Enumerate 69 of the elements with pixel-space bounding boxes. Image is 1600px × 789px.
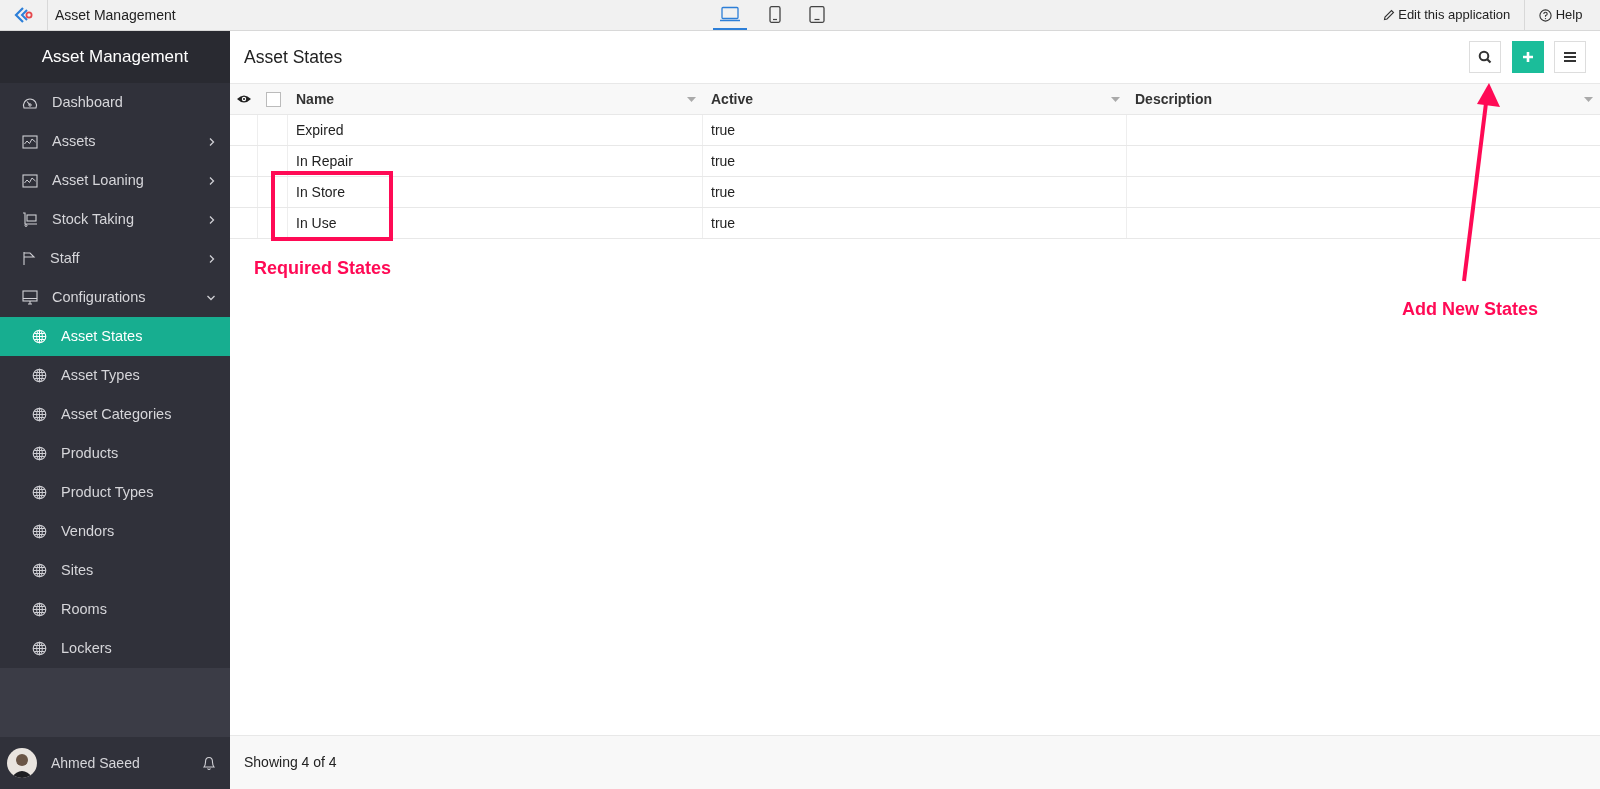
bell-icon[interactable] [202,755,216,771]
sidebar-item[interactable]: Dashboard [0,83,230,122]
annotation-label: Add New States [1402,298,1539,321]
chart-icon [22,173,38,188]
table-cell-text: true [711,120,736,140]
record-count: Showing 4 of 4 [244,753,337,772]
column-header[interactable]: Name [296,88,687,110]
help-icon [1539,8,1553,22]
chevron-right-icon [208,214,216,225]
globe-icon [32,641,47,656]
annotation-label: Required States [254,257,392,280]
phone-icon [769,5,782,23]
table-cell-text: In Use [296,213,337,233]
globe-icon [32,446,47,461]
app-logo [13,6,34,24]
search-button[interactable] [1469,41,1501,73]
chevron-right-icon [208,175,216,186]
chevron-right-icon [208,136,216,147]
edit-link[interactable]: Edit this application [1368,5,1525,25]
sidebar-item[interactable]: Sites [0,551,230,590]
eye-icon[interactable] [236,94,252,104]
globe-icon [32,485,47,500]
search-icon [1478,50,1492,64]
column-header[interactable]: Active [711,88,1111,110]
flag-icon [22,251,36,266]
globe-icon [32,602,47,617]
monitor-icon [22,290,38,305]
table-cell-text: true [711,213,736,233]
table-cell-text: In Repair [296,151,353,171]
sidebar-item[interactable]: Vendors [0,512,230,551]
table-cell-text: In Store [296,182,346,202]
menu-icon [1563,51,1577,63]
tablet-icon [809,5,826,23]
chart-icon [22,134,38,149]
globe-icon [32,524,47,539]
table-cell-text: true [711,182,736,202]
globe-icon [32,407,47,422]
table-cell-text: true [711,151,736,171]
gauge-icon [22,95,38,110]
laptop-icon [719,6,742,22]
page-title: Asset States [244,46,344,68]
chevron-down-icon [206,293,216,302]
select-all-checkbox[interactable] [265,91,281,107]
sidebar-title: Asset Management [41,46,189,69]
sidebar-item[interactable]: Asset Types [0,356,230,395]
pencil-icon [1382,9,1395,21]
globe-icon [32,563,47,578]
sidebar-item[interactable]: Staff [0,239,230,278]
cart-icon [22,212,38,227]
sidebar-item[interactable]: Lockers [0,629,230,668]
column-header[interactable]: Description [1135,88,1584,110]
globe-icon [32,329,47,344]
globe-icon [32,368,47,383]
sidebar-item[interactable]: Assets [0,122,230,161]
sidebar-item[interactable]: Asset Categories [0,395,230,434]
menu-button[interactable] [1554,41,1586,73]
avatar [7,748,37,778]
sidebar-item[interactable]: Product Types [0,473,230,512]
plus-icon [1521,51,1534,63]
sidebar-item[interactable]: Rooms [0,590,230,629]
sidebar-item[interactable]: Products [0,434,230,473]
sidebar-item[interactable]: Configurations [0,278,230,317]
sidebar-item[interactable]: Asset Loaning [0,161,230,200]
table-cell-text: Expired [296,120,344,140]
help-link[interactable]: Help [1525,5,1597,25]
sidebar-item[interactable]: Stock Taking [0,200,230,239]
app-title: Asset Management [55,5,176,25]
chevron-right-icon [208,253,216,264]
user-name: Ahmed Saeed [51,753,141,773]
